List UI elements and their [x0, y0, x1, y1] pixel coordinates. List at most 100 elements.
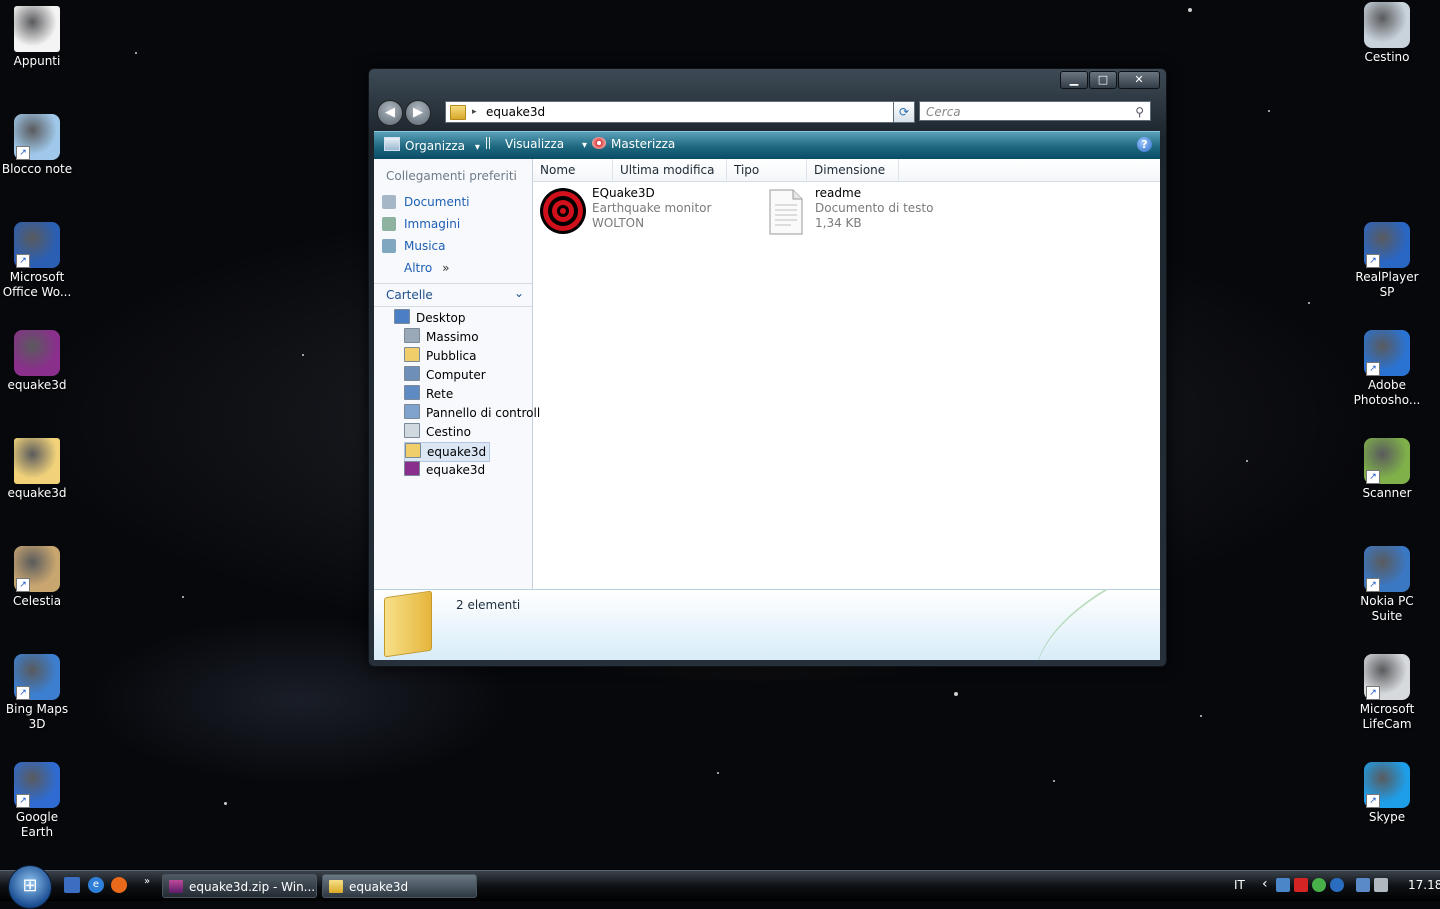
breadcrumb[interactable]: equake3d	[486, 102, 545, 122]
desktop-icon-phone[interactable]: ↗ Nokia PC Suite	[1350, 546, 1424, 624]
address-bar[interactable]: ▸ equake3d ▾	[445, 101, 915, 123]
burn-disc-icon	[592, 137, 606, 149]
shortcut-arrow-icon: ↗	[1366, 578, 1380, 592]
desktop-icon-note[interactable]: Appunti	[0, 6, 74, 69]
recycle-bin-icon	[1364, 2, 1410, 48]
burn-label: Masterizza	[611, 137, 676, 151]
minimize-button[interactable]: ▁	[1060, 71, 1088, 89]
view-button[interactable]: Visualizza ▾	[486, 137, 587, 151]
maximize-button[interactable]: □	[1089, 71, 1117, 89]
volume-icon[interactable]	[1374, 878, 1388, 892]
tree-item-massimo[interactable]: Massimo	[404, 328, 479, 346]
favorite-music[interactable]: Musica	[382, 239, 446, 253]
shortcut-arrow-icon: ↗	[16, 254, 30, 268]
more-link[interactable]: Altro »	[404, 261, 449, 275]
view-label: Visualizza	[505, 137, 565, 151]
tree-item-rete[interactable]: Rete	[404, 385, 453, 403]
desktop-icon-realplayer[interactable]: ↗ RealPlayer SP	[1350, 222, 1424, 300]
update-tray-icon[interactable]	[1312, 878, 1326, 892]
column-headers: Nome Ultima modifica Tipo Dimensione	[533, 159, 1160, 182]
shortcut-arrow-icon: ↗	[16, 686, 30, 700]
desktop-icon-globe-buildings[interactable]: ↗ Bing Maps 3D	[0, 654, 74, 732]
refresh-icon[interactable]: ⟳	[893, 101, 915, 123]
desktop-icon-label: Cestino	[1364, 50, 1410, 64]
file-tile-readme[interactable]: readme Documento di testo 1,34 KB	[769, 186, 989, 237]
antivirus-tray-icon[interactable]	[1294, 878, 1308, 892]
desktop-icon	[394, 309, 410, 324]
close-button[interactable]: ✕	[1118, 71, 1160, 89]
shortcut-arrow-icon: ↗	[1366, 686, 1380, 700]
clock[interactable]: 17.18	[1408, 878, 1440, 892]
show-desktop-icon[interactable]	[64, 877, 80, 893]
file-description: Earthquake monitor	[592, 201, 712, 215]
forward-button[interactable]: ▶	[405, 100, 431, 126]
desktop-icon-winrar-archive[interactable]: equake3d	[0, 330, 74, 393]
file-tile-equake3d[interactable]: EQuake3D Earthquake monitor WOLTON	[539, 186, 759, 237]
quicklaunch-more-icon[interactable]: »	[140, 874, 154, 890]
tree-item-label: Desktop	[416, 311, 466, 325]
realplayer-icon: ↗	[1364, 222, 1410, 268]
desktop-icon-word[interactable]: ↗ Microsoft Office Wo...	[0, 222, 74, 300]
taskbar-button-winrar[interactable]: equake3d.zip - Win...	[162, 874, 317, 898]
details-pane: 2 elementi	[374, 589, 1160, 660]
column-modified[interactable]: Ultima modifica	[613, 159, 727, 181]
desktop-icon-scanner[interactable]: ↗ Scanner	[1350, 438, 1424, 501]
folder-icon	[14, 438, 60, 484]
folder-icon	[404, 347, 420, 362]
search-icon[interactable]: ⚲	[1135, 102, 1144, 122]
desktop-icon-label: Microsoft Office Wo...	[2, 270, 72, 299]
tree-item-desktop[interactable]: Desktop	[394, 309, 466, 327]
double-chevron-icon: »	[442, 261, 450, 275]
start-button[interactable]: ⊞	[8, 865, 52, 909]
winrar-archive-icon	[404, 461, 420, 476]
firefox-icon[interactable]	[111, 877, 127, 893]
tree-item-label: Massimo	[426, 330, 479, 344]
tree-item-computer[interactable]: Computer	[404, 366, 486, 384]
search-placeholder: Cerca	[926, 105, 961, 119]
desktop-icon-notepad[interactable]: ↗ Blocco note	[0, 114, 74, 177]
taskbar-button-explorer[interactable]: equake3d	[322, 874, 477, 898]
decorative-swoosh	[1012, 590, 1158, 660]
folders-header[interactable]: Cartelle ⌄	[374, 283, 532, 307]
organize-label: Organizza	[405, 139, 466, 153]
desktop-icon-recycle-bin[interactable]: Cestino	[1350, 2, 1424, 65]
desktop-icon-webcam[interactable]: ↗ Microsoft LifeCam	[1350, 654, 1424, 732]
tree-item-equake3d[interactable]: equake3d	[404, 461, 485, 479]
camera-icon: ↗	[1364, 330, 1410, 376]
item-count: 2 elementi	[456, 598, 521, 612]
breadcrumb-separator[interactable]: ▸	[472, 102, 477, 122]
connection-tray-icon[interactable]	[1356, 878, 1370, 892]
messenger-tray-icon[interactable]	[1330, 878, 1344, 892]
help-icon[interactable]: ?	[1137, 137, 1152, 152]
desktop-icon-folder[interactable]: equake3d	[0, 438, 74, 501]
desktop-icon-earth[interactable]: ↗ Google Earth	[0, 762, 74, 840]
desktop-icon-skype[interactable]: ↗ Skype	[1350, 762, 1424, 825]
tree-item-pubblica[interactable]: Pubblica	[404, 347, 476, 365]
favorite-label: Musica	[404, 239, 446, 253]
back-button[interactable]: ◀	[377, 100, 403, 126]
show-hidden-icons-icon[interactable]: ‹	[1262, 876, 1268, 892]
desktop-icon-label: RealPlayer SP	[1355, 270, 1419, 299]
column-size[interactable]: Dimensione	[807, 159, 899, 181]
desktop-icon-camera[interactable]: ↗ Adobe Photosho...	[1350, 330, 1424, 408]
internet-explorer-icon[interactable]: e	[88, 877, 104, 893]
tree-item-pannello-di-controll[interactable]: Pannello di controll	[404, 404, 540, 422]
desktop-icon-planet[interactable]: ↗ Celestia	[0, 546, 74, 609]
tree-item-cestino[interactable]: Cestino	[404, 423, 471, 441]
column-type[interactable]: Tipo	[727, 159, 807, 181]
winrar-archive-icon	[14, 330, 60, 376]
language-indicator[interactable]: IT	[1234, 878, 1245, 892]
file-company: WOLTON	[592, 216, 645, 230]
search-input[interactable]: Cerca ⚲	[919, 101, 1151, 121]
tree-item-equake3d[interactable]: equake3d	[404, 442, 491, 462]
pictures-icon	[382, 217, 396, 231]
organize-button[interactable]: Organizza ▾	[384, 137, 480, 153]
favorite-pictures[interactable]: Immagini	[382, 217, 460, 231]
column-name[interactable]: Nome	[533, 159, 613, 181]
recycle-bin-icon	[404, 423, 420, 438]
navigation-pane: Collegamenti preferiti Documenti Immagin…	[374, 159, 540, 589]
burn-button[interactable]: Masterizza	[592, 137, 675, 151]
favorite-documents[interactable]: Documenti	[382, 195, 470, 209]
views-icon	[486, 137, 500, 149]
network-tray-icon[interactable]	[1276, 878, 1290, 892]
